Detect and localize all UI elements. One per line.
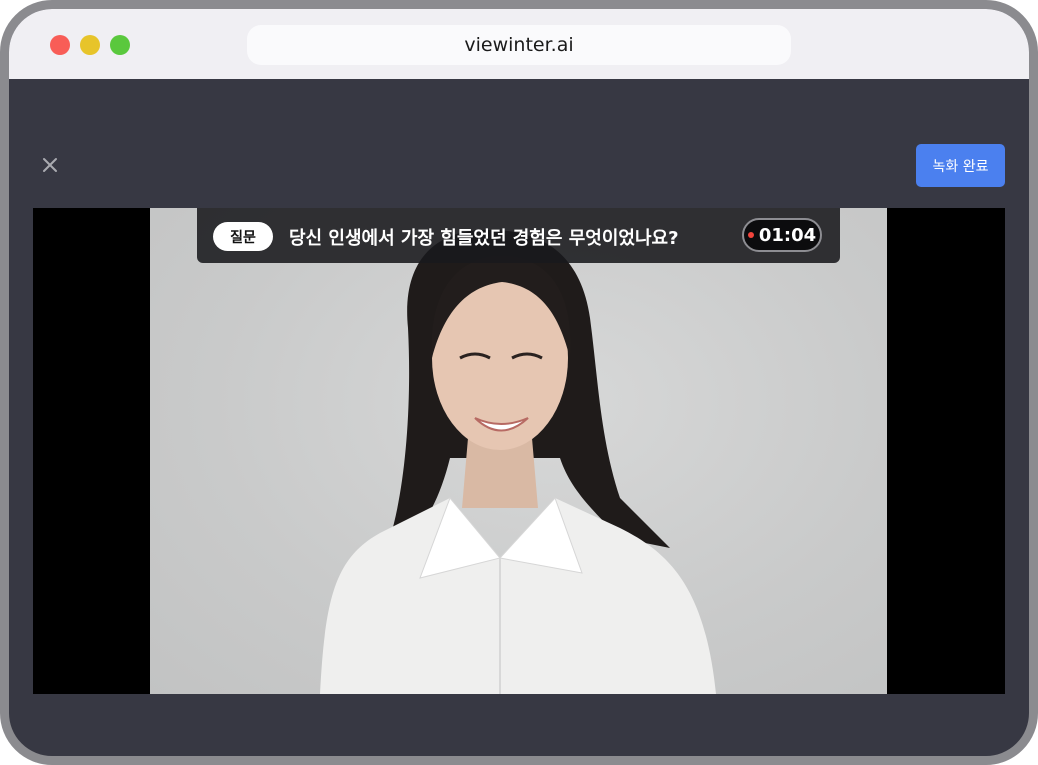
camera-preview-image: [150, 208, 887, 694]
browser-window: viewinter.ai 녹화 완료 질문 당신 인생에서 가장 힘들었던 경험…: [0, 0, 1038, 765]
question-badge-label: 질문: [230, 229, 256, 246]
recording-timer-value: 01:04: [758, 224, 817, 246]
browser-titlebar: viewinter.ai: [9, 9, 1029, 79]
question-bar: 질문 당신 인생에서 가장 힘들었던 경험은 무엇이었나요? 01:04: [197, 208, 840, 263]
window-close-dot[interactable]: [50, 35, 70, 55]
recording-timer: 01:04: [742, 218, 822, 252]
window-maximize-dot[interactable]: [110, 35, 130, 55]
address-bar-url: viewinter.ai: [464, 34, 574, 56]
question-badge: 질문: [213, 222, 273, 251]
video-stage: 질문 당신 인생에서 가장 힘들었던 경험은 무엇이었나요? 01:04: [33, 208, 1005, 694]
question-text: 당신 인생에서 가장 힘들었던 경험은 무엇이었나요?: [289, 228, 679, 249]
close-icon[interactable]: [40, 155, 60, 175]
window-minimize-dot[interactable]: [80, 35, 100, 55]
recording-dot-icon: [747, 232, 754, 238]
finish-recording-button[interactable]: 녹화 완료: [916, 144, 1005, 187]
finish-recording-label: 녹화 완료: [932, 158, 989, 175]
address-bar[interactable]: viewinter.ai: [247, 25, 791, 65]
